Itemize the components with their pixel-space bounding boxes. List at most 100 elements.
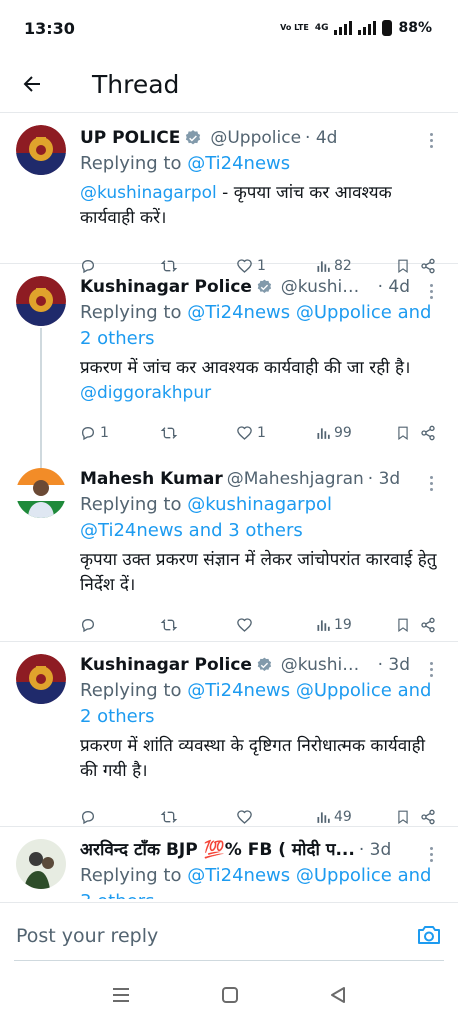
repost-button[interactable] (160, 617, 236, 633)
back-button[interactable] (0, 72, 64, 96)
home-button[interactable] (222, 987, 238, 1007)
mention-link[interactable]: @kushinagarpol (80, 183, 217, 203)
back-nav-button[interactable] (330, 986, 346, 1008)
tweet[interactable]: Kushinagar Police @kushin... · 4d Replyi… (0, 264, 458, 456)
display-name[interactable]: Kushinagar Police (80, 652, 252, 678)
user-photo-icon (16, 468, 66, 518)
timestamp: · 4d (305, 128, 338, 148)
up-police-emblem-icon (16, 125, 66, 175)
others-link[interactable]: 3 others (80, 891, 155, 899)
repost-icon (160, 619, 178, 631)
system-nav-bar (0, 970, 458, 1024)
others-link[interactable]: 2 others (80, 328, 155, 349)
view-count: 49 (334, 809, 352, 825)
thread-connector (40, 456, 42, 468)
kushinagar-police-emblem-icon (16, 654, 66, 704)
tweet-header: Kushinagar Police @kushin... · 3d (80, 652, 410, 678)
share-icon (421, 809, 435, 825)
clock: 13:30 (24, 18, 75, 38)
like-button[interactable] (236, 617, 316, 633)
tweet-actions: 1 1 99 (80, 410, 440, 456)
repost-button[interactable] (160, 809, 236, 825)
repost-icon (160, 427, 178, 439)
views-button[interactable]: 19 (316, 617, 396, 633)
display-name[interactable]: अरविन्द टाँक BJP 💯% FB ( मोदी प... (80, 837, 355, 863)
mention-link[interactable]: @Ti24news (187, 153, 290, 174)
volte-icon: Vo LTE (280, 23, 309, 32)
mention-link[interactable]: @Ti24news @Uppolice (187, 865, 392, 886)
triangle-back-icon (331, 987, 345, 1003)
views-button[interactable]: 49 (316, 809, 396, 825)
views-button[interactable]: 99 (316, 425, 396, 441)
signal-2-icon (358, 21, 377, 35)
display-name[interactable]: UP POLICE (80, 125, 180, 151)
bookmark-button[interactable] (396, 425, 420, 441)
display-name[interactable]: Kushinagar Police (80, 274, 252, 300)
thread-connector (40, 328, 42, 456)
verified-icon (186, 130, 201, 145)
mention-link[interactable]: @diggorakhpur (80, 383, 211, 403)
replying-to: Replying to @kushinagarpol @Ti24news and… (80, 494, 333, 541)
status-bar: 13:30 Vo LTE 4G 88% (0, 0, 458, 56)
display-name[interactable]: Mahesh Kumar (80, 466, 223, 492)
reply-icon (81, 618, 95, 633)
camera-button[interactable] (416, 923, 442, 951)
avatar[interactable] (16, 125, 66, 175)
repost-button[interactable] (160, 425, 236, 441)
more-options-button[interactable] (430, 284, 434, 302)
tweet-header: अरविन्द टाँक BJP 💯% FB ( मोदी प... · 3d (80, 837, 440, 863)
more-options-button[interactable] (430, 662, 434, 680)
tweet-header: UP POLICE @Uppolice · 4d (80, 125, 440, 151)
avatar[interactable] (16, 654, 66, 704)
reply-button[interactable] (80, 809, 160, 825)
like-button[interactable] (236, 809, 316, 825)
share-icon (421, 617, 435, 633)
share-button[interactable] (420, 425, 436, 441)
handle: @Maheshjagran (226, 469, 364, 489)
repost-icon (160, 811, 178, 823)
share-button[interactable] (420, 809, 436, 825)
replying-to: Replying to @Ti24news @Uppolice and 2 ot… (80, 302, 432, 349)
reply-input[interactable]: Post your reply (16, 925, 158, 947)
reply-icon (81, 810, 95, 825)
more-options-button[interactable] (430, 847, 434, 865)
bookmark-button[interactable] (396, 809, 420, 825)
share-icon (421, 425, 435, 441)
share-button[interactable] (420, 617, 436, 633)
tweet[interactable]: Mahesh Kumar @Maheshjagran · 3d Replying… (0, 456, 458, 642)
tweet-text: @kushinagarpol - कृपया जांच कर आवश्यक का… (80, 183, 392, 228)
heart-icon (237, 618, 252, 632)
timestamp: · 3d (358, 840, 392, 860)
views-icon (317, 620, 330, 631)
more-options-button[interactable] (430, 133, 434, 151)
tweet[interactable]: अरविन्द टाँक BJP 💯% FB ( मोदी प... · 3d … (0, 827, 458, 899)
replying-to: Replying to @Ti24news @Uppolice and3 oth… (80, 863, 440, 899)
reply-count: 1 (100, 425, 109, 441)
arrow-left-icon (23, 76, 40, 92)
tweet[interactable]: Kushinagar Police @kushin... · 3d Replyi… (0, 642, 458, 827)
avatar[interactable] (16, 839, 66, 889)
mention-link[interactable]: @Ti24news @Uppolice (187, 680, 392, 701)
home-square-icon (222, 987, 238, 1003)
reply-button[interactable]: 1 (80, 425, 160, 441)
bookmark-button[interactable] (396, 617, 420, 633)
views-icon (317, 812, 330, 823)
more-options-button[interactable] (430, 476, 434, 494)
views-icon (317, 428, 330, 439)
bookmark-icon (398, 426, 408, 440)
network-gen: 4G (314, 23, 329, 33)
recents-button[interactable] (112, 987, 130, 1007)
reply-button[interactable] (80, 617, 160, 633)
tweet[interactable]: UP POLICE @Uppolice · 4d Replying to @Ti… (0, 113, 458, 274)
avatar[interactable] (16, 468, 66, 518)
tweet-text: प्रकरण में शांति व्यवस्था के दृष्टिगत नि… (80, 736, 426, 781)
reply-composer: Post your reply (0, 902, 458, 971)
menu-lines-icon (113, 988, 129, 1002)
reply-icon (81, 426, 95, 441)
others-link[interactable]: and 3 others (189, 520, 303, 541)
others-link[interactable]: 2 others (80, 706, 155, 727)
mention-link[interactable]: @Ti24news @Uppolice (187, 302, 392, 323)
verified-icon (257, 657, 272, 671)
avatar[interactable] (16, 276, 66, 326)
like-button[interactable]: 1 (236, 425, 316, 441)
